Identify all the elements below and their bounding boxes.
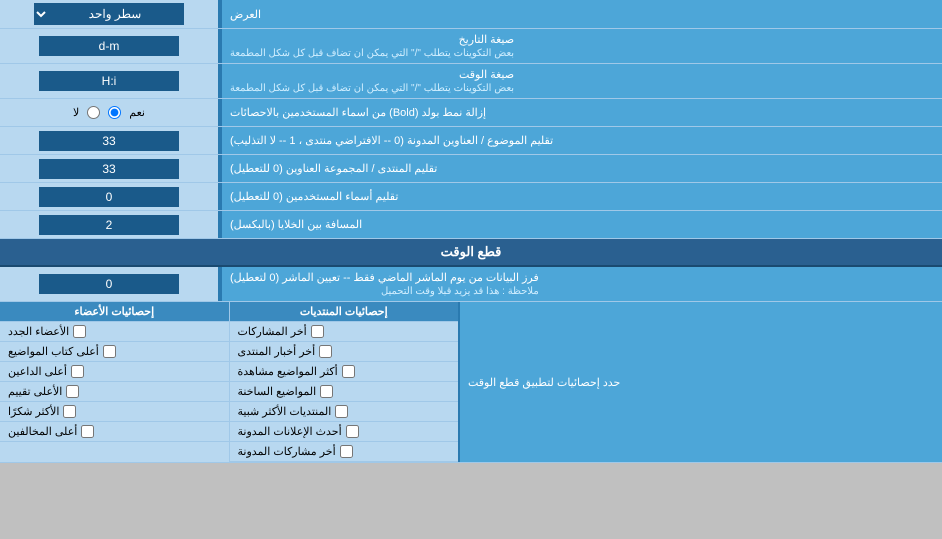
members-stat-item-1: الأعضاء الجدد xyxy=(0,322,229,342)
username-trim-value xyxy=(0,183,220,210)
username-trim-label: تقليم أسماء المستخدمين (0 للتعطيل) xyxy=(220,183,942,210)
members-stats-col: إحصائيات الأعضاء الأعضاء الجدد أعلى كتاب… xyxy=(0,302,229,462)
date-format-label: صيغة التاريخ بعض التكوينات يتطلب "/" الت… xyxy=(220,29,942,63)
time-format-input[interactable] xyxy=(39,71,179,91)
members-stat-checkbox-4[interactable] xyxy=(66,385,79,398)
members-stat-item-6: أعلى المخالفين xyxy=(0,422,229,442)
posts-stat-item-2: أخر أخبار المنتدى xyxy=(230,342,459,362)
members-stat-item-5: الأكثر شكرًا xyxy=(0,402,229,422)
bold-no-radio[interactable] xyxy=(87,106,100,119)
cell-gap-label: المسافة بين الخلايا (بالبكسل) xyxy=(220,211,942,238)
posts-stat-checkbox-5[interactable] xyxy=(335,405,348,418)
posts-stat-checkbox-2[interactable] xyxy=(319,345,332,358)
members-stat-checkbox-6[interactable] xyxy=(81,425,94,438)
members-stat-item-4: الأعلى تقييم xyxy=(0,382,229,402)
display-mode-label: العرض xyxy=(220,0,942,28)
members-stat-item-3: أعلى الداعين xyxy=(0,362,229,382)
stats-columns: إحصائيات المنتديات أخر المشاركات أخر أخب… xyxy=(0,302,460,462)
forum-trim-label: تقليم المنتدى / المجموعة العناوين (0 للت… xyxy=(220,155,942,182)
posts-stat-item-7: أخر مشاركات المدونة xyxy=(230,442,459,462)
members-stat-item-2: أعلى كتاب المواضيع xyxy=(0,342,229,362)
posts-stat-item-5: المنتديات الأكثر شبية xyxy=(230,402,459,422)
time-cutoff-input[interactable] xyxy=(39,274,179,294)
posts-stat-checkbox-7[interactable] xyxy=(340,445,353,458)
members-stat-checkbox-3[interactable] xyxy=(71,365,84,378)
members-stats-header: إحصائيات الأعضاء xyxy=(0,302,229,322)
posts-stat-checkbox-6[interactable] xyxy=(346,425,359,438)
posts-stat-checkbox-3[interactable] xyxy=(342,365,355,378)
stats-apply-label: حدد إحصائيات لتطبيق قطع الوقت xyxy=(460,302,942,462)
time-format-label: صيغة الوقت بعض التكوينات يتطلب "/" التي … xyxy=(220,64,942,98)
posts-stats-col: إحصائيات المنتديات أخر المشاركات أخر أخب… xyxy=(229,302,459,462)
topics-trim-input[interactable] xyxy=(39,131,179,151)
time-cutoff-row: فرز البيانات من يوم الماشر الماضي فقط --… xyxy=(0,267,942,302)
username-trim-row: تقليم أسماء المستخدمين (0 للتعطيل) xyxy=(0,183,942,211)
bold-remove-value: نعم لا xyxy=(0,99,220,126)
date-format-value xyxy=(0,29,220,63)
time-cutoff-header: قطع الوقت xyxy=(0,239,942,267)
time-cutoff-value xyxy=(0,267,220,301)
cell-gap-row: المسافة بين الخلايا (بالبكسل) xyxy=(0,211,942,239)
posts-stat-item-6: أحدث الإعلانات المدونة xyxy=(230,422,459,442)
members-stat-checkbox-5[interactable] xyxy=(63,405,76,418)
posts-stat-item-3: أكثر المواضيع مشاهدة xyxy=(230,362,459,382)
posts-stat-item-1: أخر المشاركات xyxy=(230,322,459,342)
username-trim-input[interactable] xyxy=(39,187,179,207)
cell-gap-value xyxy=(0,211,220,238)
posts-stat-checkbox-4[interactable] xyxy=(320,385,333,398)
bold-no-label: لا xyxy=(73,106,79,119)
members-stat-checkbox-1[interactable] xyxy=(73,325,86,338)
forum-trim-input[interactable] xyxy=(39,159,179,179)
bold-remove-label: إزالة نمط بولد (Bold) من اسماء المستخدمي… xyxy=(220,99,942,126)
stats-apply-row: حدد إحصائيات لتطبيق قطع الوقت إحصائيات ا… xyxy=(0,302,942,463)
main-container: العرض سطر واحد متعدد صيغة التاريخ بعض ال… xyxy=(0,0,942,463)
bold-yes-label: نعم xyxy=(129,106,145,119)
members-stat-checkbox-2[interactable] xyxy=(103,345,116,358)
time-format-row: صيغة الوقت بعض التكوينات يتطلب "/" التي … xyxy=(0,64,942,99)
posts-stats-header: إحصائيات المنتديات xyxy=(230,302,459,322)
forum-trim-value xyxy=(0,155,220,182)
topics-trim-label: تقليم الموضوع / العناوين المدونة (0 -- ا… xyxy=(220,127,942,154)
forum-trim-row: تقليم المنتدى / المجموعة العناوين (0 للت… xyxy=(0,155,942,183)
topics-trim-value xyxy=(0,127,220,154)
date-format-row: صيغة التاريخ بعض التكوينات يتطلب "/" الت… xyxy=(0,29,942,64)
date-format-input[interactable] xyxy=(39,36,179,56)
topics-trim-row: تقليم الموضوع / العناوين المدونة (0 -- ا… xyxy=(0,127,942,155)
bold-remove-row: إزالة نمط بولد (Bold) من اسماء المستخدمي… xyxy=(0,99,942,127)
cell-gap-input[interactable] xyxy=(39,215,179,235)
posts-stat-item-4: المواضيع الساخنة xyxy=(230,382,459,402)
time-cutoff-label: فرز البيانات من يوم الماشر الماضي فقط --… xyxy=(220,267,942,301)
display-mode-select[interactable]: سطر واحد متعدد xyxy=(34,3,184,25)
posts-stat-checkbox-1[interactable] xyxy=(311,325,324,338)
display-mode-row: العرض سطر واحد متعدد xyxy=(0,0,942,29)
bold-yes-radio[interactable] xyxy=(108,106,121,119)
time-format-value xyxy=(0,64,220,98)
display-mode-value: سطر واحد متعدد xyxy=(0,0,220,28)
